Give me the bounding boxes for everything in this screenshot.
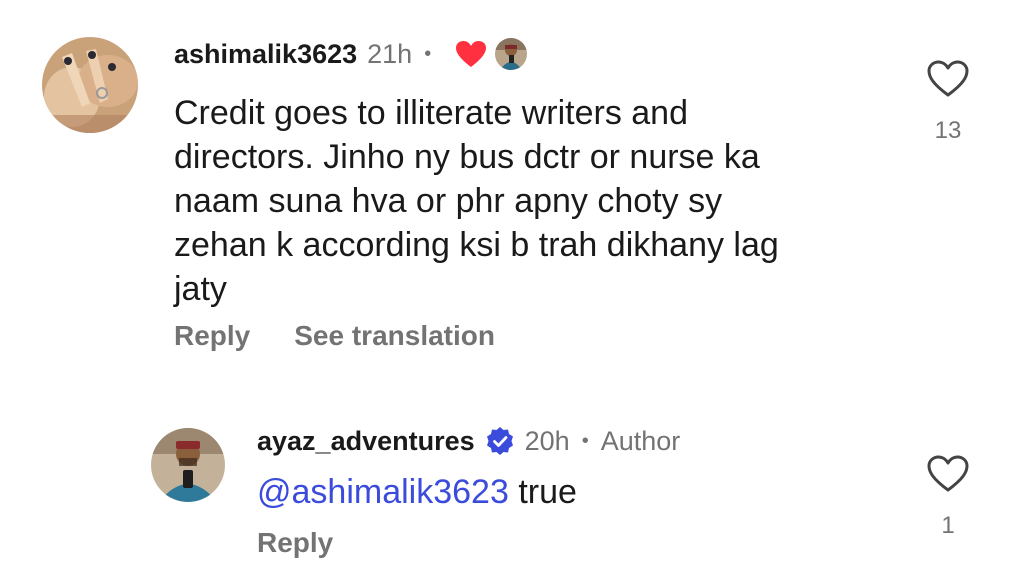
comment-text-content: true bbox=[508, 473, 577, 511]
comment-item: ashimalik3623 21h • Credit goes to illit… bbox=[0, 0, 1024, 380]
heart-outline-icon[interactable] bbox=[927, 455, 969, 498]
comment-header: ashimalik3623 21h • bbox=[174, 33, 528, 75]
username[interactable]: ayaz_adventures bbox=[257, 426, 475, 457]
author-label: Author bbox=[600, 425, 681, 456]
avatar-image bbox=[42, 37, 138, 133]
heart-outline-icon[interactable] bbox=[927, 60, 969, 103]
comment-text-line: jaty bbox=[174, 270, 227, 308]
reply-comment-item: ayaz_adventures 20h • Author @ashimalik3… bbox=[0, 400, 1024, 586]
username[interactable]: ashimalik3623 bbox=[174, 39, 357, 70]
separator-dot: • bbox=[581, 429, 589, 452]
comment-text-line: directors. Jinho ny bus dctr or nurse ka bbox=[174, 138, 760, 176]
reply-button[interactable]: Reply bbox=[257, 527, 333, 559]
comment-header: ayaz_adventures 20h • Author bbox=[257, 420, 680, 462]
like-control: 13 bbox=[918, 60, 978, 145]
comment-text-line: naam suna hva or phr apny choty sy bbox=[174, 182, 723, 220]
avatar-image bbox=[151, 428, 225, 502]
like-count: 13 bbox=[934, 117, 962, 144]
comment-actions: Reply bbox=[257, 527, 333, 559]
comment-text-line: Credit goes to illiterate writers and bbox=[174, 94, 689, 132]
avatar[interactable] bbox=[151, 428, 225, 502]
reply-button[interactable]: Reply bbox=[174, 320, 250, 352]
verified-badge-icon bbox=[485, 426, 515, 456]
mention-link[interactable]: @ashimalik3623 bbox=[257, 473, 509, 511]
comment-text: Credit goes to illiterate writers and di… bbox=[174, 91, 894, 311]
comment-text-line: zehan k according ksi b trah dikhany lag bbox=[174, 226, 779, 264]
separator-dot: • bbox=[424, 42, 432, 65]
avatar[interactable] bbox=[42, 37, 138, 133]
heart-filled-icon bbox=[455, 40, 487, 68]
see-translation-button[interactable]: See translation bbox=[294, 320, 495, 352]
comment-text: @ashimalik3623 true bbox=[257, 470, 877, 514]
author-mini-avatar bbox=[495, 38, 528, 70]
timestamp: 20h bbox=[524, 425, 570, 456]
comment-actions: Reply See translation bbox=[174, 320, 495, 352]
timestamp: 21h bbox=[367, 38, 413, 69]
like-count: 1 bbox=[941, 512, 955, 539]
like-control: 1 bbox=[918, 455, 978, 540]
